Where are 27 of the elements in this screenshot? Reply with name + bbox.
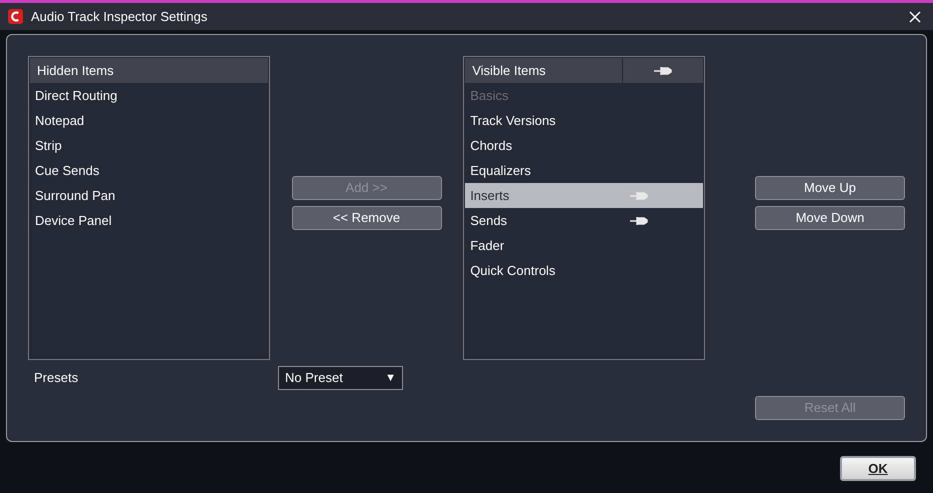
- pin-icon: [654, 66, 672, 76]
- list-item[interactable]: Chords: [465, 133, 704, 158]
- app-logo-icon: [8, 9, 23, 24]
- list-item[interactable]: Strip: [30, 133, 268, 158]
- list-item[interactable]: Fader: [465, 233, 704, 258]
- list-item[interactable]: Inserts: [465, 183, 704, 208]
- ok-button[interactable]: OK: [840, 456, 916, 481]
- list-item[interactable]: Notepad: [30, 108, 268, 133]
- list-header: Hidden Items: [30, 58, 268, 83]
- window-title: Audio Track Inspector Settings: [31, 8, 208, 26]
- list-item[interactable]: Equalizers: [465, 158, 704, 183]
- button[interactable]: << Remove: [292, 206, 442, 230]
- close-icon[interactable]: [909, 10, 921, 22]
- button[interactable]: Move Up: [755, 176, 906, 200]
- list-item[interactable]: Device Panel: [30, 208, 268, 233]
- presets-label: Presets: [33, 369, 80, 388]
- list-item[interactable]: Track Versions: [465, 108, 704, 133]
- list-item[interactable]: Direct Routing: [30, 83, 268, 108]
- button[interactable]: Move Down: [755, 206, 906, 230]
- list-item[interactable]: Cue Sends: [30, 158, 268, 183]
- list-item[interactable]: Sends: [465, 208, 704, 233]
- pin-icon: [630, 190, 648, 200]
- list-item[interactable]: Quick Controls: [465, 258, 704, 283]
- pin-icon: [630, 216, 648, 226]
- list-item[interactable]: Surround Pan: [30, 183, 268, 208]
- list-header: Visible Items: [465, 58, 622, 83]
- preset-dropdown[interactable]: No Preset ▼: [278, 366, 403, 390]
